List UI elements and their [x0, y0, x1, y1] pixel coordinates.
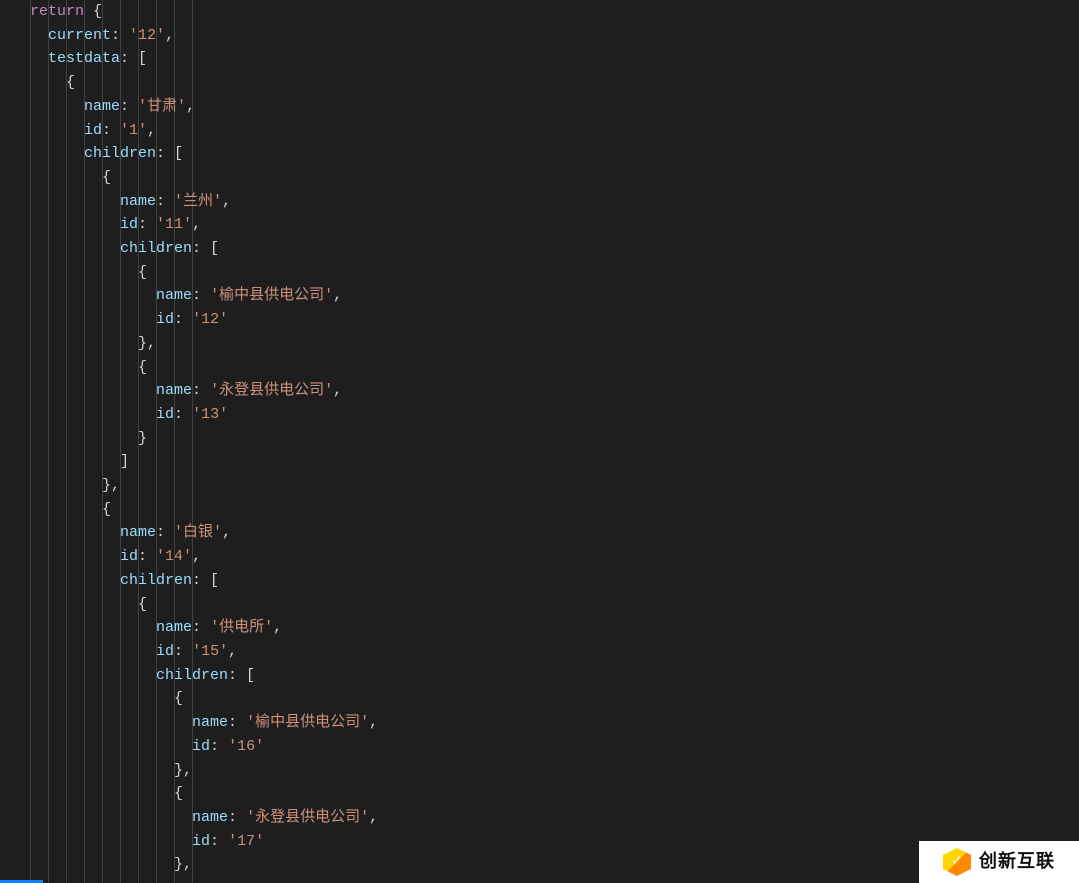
logo-text: 创新互联 — [979, 850, 1055, 874]
code-line[interactable]: }, — [30, 332, 1079, 356]
code-line[interactable]: id: '15', — [30, 640, 1079, 664]
code-line[interactable]: { — [30, 687, 1079, 711]
code-line[interactable]: name: '甘肃', — [30, 95, 1079, 119]
code-editor[interactable]: return { current: '12', testdata: [ { na… — [0, 0, 1079, 883]
val-gansu-name: '甘肃' — [138, 98, 186, 115]
code-line[interactable]: { — [30, 593, 1079, 617]
prop-id: id — [84, 122, 102, 139]
val-lanzhou-id: '11' — [156, 216, 192, 233]
val-baiyin-id: '14' — [156, 548, 192, 565]
prop-children: children — [156, 667, 228, 684]
code-line[interactable]: name: '榆中县供电公司', — [30, 711, 1079, 735]
prop-name: name — [192, 714, 228, 731]
code-line[interactable]: id: '14', — [30, 545, 1079, 569]
code-line[interactable]: { — [30, 166, 1079, 190]
prop-children: children — [120, 240, 192, 257]
val-baiyin-name: '白银' — [174, 524, 222, 541]
prop-id: id — [120, 216, 138, 233]
prop-current: current — [48, 27, 111, 44]
val-current: '12' — [129, 27, 165, 44]
code-line[interactable]: ] — [30, 450, 1079, 474]
logo-icon — [943, 848, 971, 876]
prop-id: id — [156, 406, 174, 423]
val-gongdiansuo-id: '15' — [192, 643, 228, 660]
code-line[interactable]: name: '永登县供电公司', — [30, 806, 1079, 830]
prop-name: name — [156, 382, 192, 399]
prop-name: name — [120, 524, 156, 541]
prop-children: children — [120, 572, 192, 589]
prop-id: id — [156, 643, 174, 660]
prop-children: children — [84, 145, 156, 162]
prop-id: id — [192, 833, 210, 850]
code-line[interactable]: children: [ — [30, 569, 1079, 593]
prop-name: name — [156, 287, 192, 304]
code-line[interactable]: children: [ — [30, 237, 1079, 261]
code-line[interactable]: name: '榆中县供电公司', — [30, 284, 1079, 308]
code-line[interactable]: id: '1', — [30, 119, 1079, 143]
val-yongdeng2-name: '永登县供电公司' — [246, 809, 369, 826]
code-line[interactable]: testdata: [ — [30, 47, 1079, 71]
code-line[interactable]: name: '兰州', — [30, 190, 1079, 214]
watermark-logo: 创新互联 — [919, 841, 1079, 883]
code-line[interactable]: { — [30, 498, 1079, 522]
val-lanzhou-name: '兰州' — [174, 193, 222, 210]
prop-name: name — [156, 619, 192, 636]
code-line[interactable]: { — [30, 261, 1079, 285]
prop-id: id — [120, 548, 138, 565]
code-line[interactable]: { — [30, 356, 1079, 380]
val-yuzhong2-name: '榆中县供电公司' — [246, 714, 369, 731]
code-line[interactable]: name: '永登县供电公司', — [30, 379, 1079, 403]
prop-name: name — [120, 193, 156, 210]
keyword-return: return — [30, 3, 84, 20]
val-yongdeng2-id: '17' — [228, 833, 264, 850]
code-line[interactable]: id: '12' — [30, 308, 1079, 332]
code-line[interactable]: }, — [30, 474, 1079, 498]
prop-name: name — [84, 98, 120, 115]
val-yuzhong1-name: '榆中县供电公司' — [210, 287, 333, 304]
code-line[interactable]: return { — [30, 0, 1079, 24]
prop-id: id — [156, 311, 174, 328]
prop-testdata: testdata — [48, 50, 120, 67]
code-line[interactable]: { — [30, 71, 1079, 95]
code-line[interactable]: id: '11', — [30, 213, 1079, 237]
code-line[interactable]: }, — [30, 759, 1079, 783]
code-line[interactable]: name: '供电所', — [30, 616, 1079, 640]
val-yongdeng1-id: '13' — [192, 406, 228, 423]
val-gongdiansuo-name: '供电所' — [210, 619, 273, 636]
code-line[interactable]: name: '白银', — [30, 521, 1079, 545]
code-line[interactable]: id: '16' — [30, 735, 1079, 759]
prop-id: id — [192, 738, 210, 755]
val-yongdeng1-name: '永登县供电公司' — [210, 382, 333, 399]
code-line[interactable]: children: [ — [30, 142, 1079, 166]
code-line[interactable]: id: '13' — [30, 403, 1079, 427]
code-line[interactable]: } — [30, 427, 1079, 451]
code-line[interactable]: children: [ — [30, 664, 1079, 688]
code-line[interactable]: current: '12', — [30, 24, 1079, 48]
val-yuzhong2-id: '16' — [228, 738, 264, 755]
val-yuzhong1-id: '12' — [192, 311, 228, 328]
val-gansu-id: '1' — [120, 122, 147, 139]
code-line[interactable]: { — [30, 782, 1079, 806]
prop-name: name — [192, 809, 228, 826]
